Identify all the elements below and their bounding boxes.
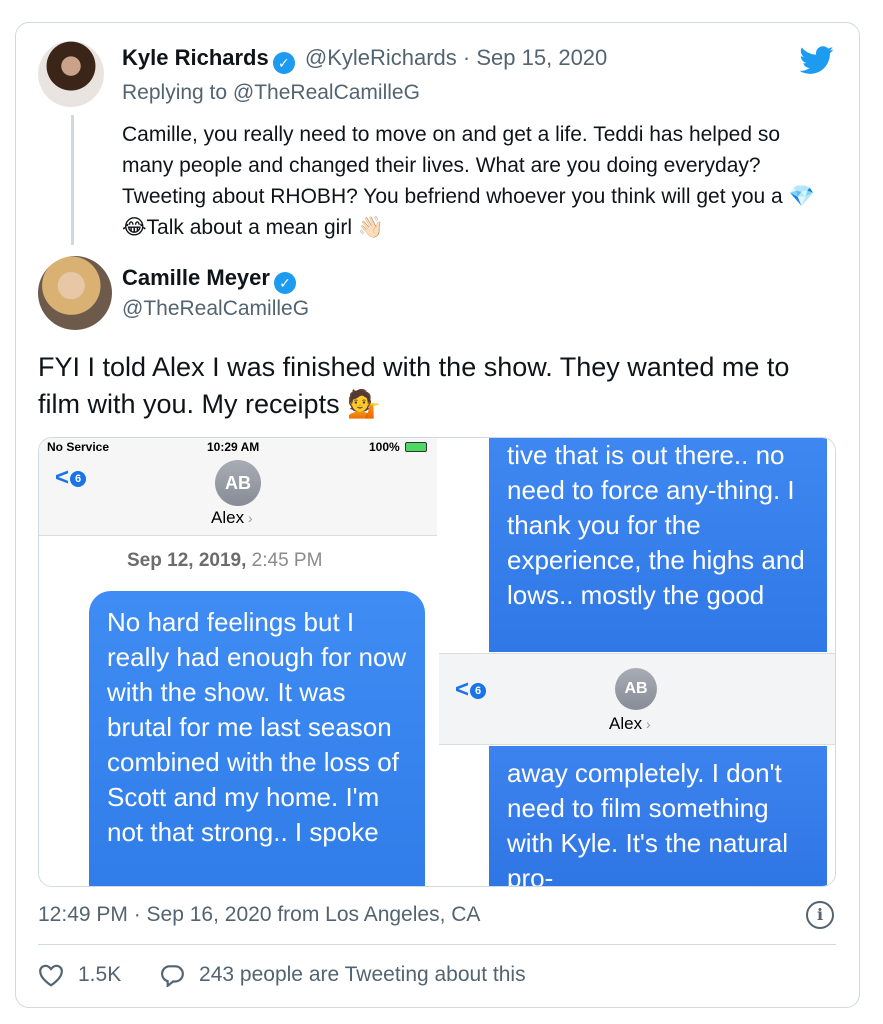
parent-author-handle[interactable]: @KyleRichards	[305, 45, 457, 70]
parent-author-name[interactable]: Kyle Richards	[122, 45, 269, 70]
tweet-media-grid[interactable]: No Service 10:29 AM 100% <6 AB Alex › Se…	[38, 437, 836, 887]
parent-date[interactable]: Sep 15, 2020	[476, 45, 607, 70]
unread-badge: 6	[470, 683, 487, 699]
message-bubble: No hard feelings but I really had enough…	[89, 591, 425, 886]
tweet-actions: 1.5K 243 people are Tweeting about this	[38, 963, 558, 993]
contact-avatar: AB	[215, 460, 261, 506]
divider	[38, 944, 836, 945]
message-bubble-bottom: away completely. I don't need to film so…	[489, 746, 827, 886]
tweet-author-row: Camille Meyer ✓	[122, 265, 300, 294]
carrier-label: No Service	[47, 440, 110, 454]
back-chevron-icon: <6	[55, 464, 87, 492]
info-icon[interactable]: i	[806, 901, 834, 929]
verified-badge-icon: ✓	[273, 272, 296, 294]
battery-label: 100%	[369, 440, 400, 454]
twitter-bird-icon[interactable]	[798, 43, 836, 77]
verified-badge-icon: ✓	[272, 52, 295, 74]
replying-to[interactable]: Replying to @TheRealCamilleG	[122, 81, 420, 105]
ios-message-header: No Service 10:29 AM 100% <6 AB Alex ›	[39, 438, 437, 536]
contact-avatar: AB	[615, 668, 657, 710]
message-date: Sep 12, 2019,	[127, 550, 247, 571]
reply-bubble-icon	[161, 965, 184, 987]
clock-label: 10:29 AM	[207, 440, 260, 454]
parent-tweet-text: Camille, you really need to move on and …	[122, 123, 815, 239]
contact-name: Alex	[609, 714, 643, 733]
media-image-right[interactable]: tive that is out there.. no need to forc…	[439, 438, 835, 886]
tweet-timestamp[interactable]: 12:49 PM · Sep 16, 2020 from Los Angeles…	[38, 903, 480, 927]
contact-name-row: Alex ›	[211, 508, 253, 528]
tweet-card: Kyle Richards ✓ @KyleRichards · Sep 15, 2…	[15, 22, 860, 1008]
unread-badge: 6	[70, 471, 87, 487]
contact-name: Alex	[211, 508, 245, 527]
like-button[interactable]: 1.5K	[38, 963, 121, 987]
ios-message-header-overlay: <6 AB Alex ›	[439, 653, 835, 745]
tweeting-about-text: 243 people are Tweeting about this	[199, 963, 526, 986]
media-image-left[interactable]: No Service 10:29 AM 100% <6 AB Alex › Se…	[39, 438, 437, 886]
chevron-right-icon: ›	[642, 716, 651, 732]
chevron-right-icon: ›	[244, 510, 253, 526]
tweet-text: FYI I told Alex I was finished with the …	[38, 352, 790, 419]
heart-icon	[39, 964, 63, 987]
tweet-author-name[interactable]: Camille Meyer	[122, 265, 270, 290]
message-timestamp: Sep 12, 2019, 2:45 PM	[127, 550, 322, 572]
header-separator: ·	[462, 45, 471, 70]
message-time: 2:45 PM	[246, 550, 323, 571]
message-bubble-top: tive that is out there.. no need to forc…	[489, 438, 827, 652]
tweet-author-handle[interactable]: @TheRealCamilleG	[122, 297, 309, 321]
parent-tweet-header: Kyle Richards ✓ @KyleRichards · Sep 15, 2…	[122, 45, 607, 74]
reply-link[interactable]: 243 people are Tweeting about this	[159, 963, 526, 987]
thread-connector	[71, 115, 74, 245]
battery-icon	[405, 442, 427, 452]
camille-avatar[interactable]	[38, 256, 112, 330]
back-chevron-icon: <6	[455, 676, 487, 704]
kyle-avatar[interactable]	[38, 41, 104, 107]
contact-name-row: Alex ›	[609, 714, 651, 734]
like-count: 1.5K	[78, 963, 122, 986]
